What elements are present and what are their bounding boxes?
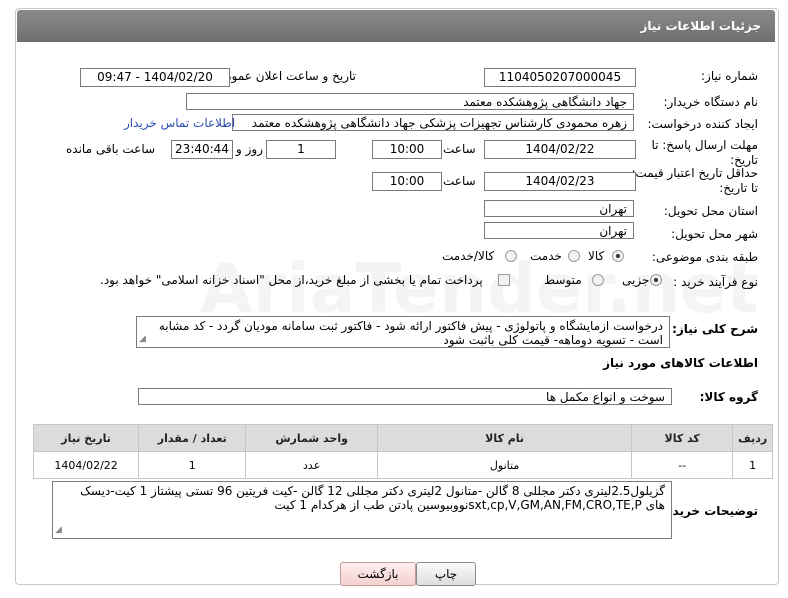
announce-field: 1404/02/20 - 09:47: [80, 68, 230, 87]
city-field: تهران: [484, 222, 634, 239]
buyer-org-label: نام دستگاه خریدار:: [663, 95, 759, 109]
back-button[interactable]: بازگشت: [340, 562, 416, 586]
price-time-label: ساعت: [443, 174, 476, 188]
need-number-label: شماره نیاز:: [701, 69, 758, 83]
cell-row: 1: [732, 451, 773, 479]
col-name: نام کالا: [376, 424, 633, 452]
goods-group-field: سوخت و انواع مکمل ها: [138, 388, 672, 405]
print-button[interactable]: چاپ: [416, 562, 476, 586]
days-field: 1: [266, 140, 336, 159]
announce-label: تاریخ و ساعت اعلان عمومی:: [211, 69, 356, 83]
category-radio-goods[interactable]: [612, 250, 624, 262]
reply-deadline-label-2: تاریخ:: [730, 153, 758, 167]
reply-time-label: ساعت: [443, 142, 476, 156]
category-radio-service[interactable]: [568, 250, 580, 262]
items-table: ردیف کد کالا نام کالا واحد شمارش تعداد /…: [32, 424, 773, 479]
category-radio-goods-service[interactable]: [505, 250, 517, 262]
table-header-row: ردیف کد کالا نام کالا واحد شمارش تعداد /…: [32, 424, 773, 452]
reply-deadline-label: مهلت ارسال پاسخ: تا: [651, 138, 758, 152]
col-row: ردیف: [732, 424, 773, 452]
panel-header: جزئیات اطلاعات نیاز: [17, 10, 775, 42]
buyer-notes-textarea: گزیلول2.5لیتری دکتر مجللی 8 گالن -متانول…: [52, 481, 672, 539]
table-row: 1 -- متانول عدد 1 1404/02/22: [32, 451, 773, 479]
category-option-service: خدمت: [530, 249, 562, 263]
description-text: درخواست ازمایشگاه و پاتولوژی - پیش فاکتو…: [158, 319, 663, 347]
days-label: روز و: [236, 142, 263, 156]
goods-info-title: اطلاعات کالاهای مورد نیاز: [603, 356, 758, 370]
col-unit: واحد شمارش: [245, 424, 378, 452]
category-option-goods-service: کالا/خدمت: [442, 249, 495, 263]
resize-grip-icon: ◢: [139, 334, 146, 344]
description-label: شرح کلی نیاز:: [672, 322, 758, 336]
buyer-contact-link[interactable]: اطلاعات تماس خریدار: [124, 116, 235, 130]
process-option-minor: جزیی: [622, 273, 650, 287]
category-option-goods: کالا: [588, 249, 605, 263]
need-number-field: 1104050207000045: [484, 68, 636, 87]
cell-unit: عدد: [245, 451, 378, 479]
col-date: تاریخ نیاز: [32, 424, 140, 452]
price-validity-label: حداقل تاریخ اعتبار قیمت:: [631, 166, 758, 180]
reply-time-field: 10:00: [372, 140, 442, 159]
resize-grip-icon-2: ◢: [55, 525, 62, 535]
requester-field: زهره محمودی کارشناس تجهیزات پزشکی جهاد د…: [232, 114, 634, 131]
process-radio-minor[interactable]: [650, 274, 662, 286]
process-option-medium: متوسط: [544, 273, 582, 287]
requester-label: ایجاد کننده درخواست:: [647, 117, 758, 131]
buyer-notes-text: گزیلول2.5لیتری دکتر مجللی 8 گالن -متانول…: [80, 484, 665, 512]
process-label: نوع فرآیند خرید :: [673, 275, 758, 289]
remaining-label: ساعت باقی مانده: [66, 142, 156, 156]
cell-qty: 1: [138, 451, 247, 479]
col-qty: تعداد / مقدار: [138, 424, 247, 452]
cell-code: --: [631, 451, 734, 479]
buyer-org-field: جهاد دانشگاهی پژوهشکده معتمد: [186, 93, 634, 110]
treasury-payment-checkbox[interactable]: [498, 274, 510, 286]
panel-title: جزئیات اطلاعات نیاز: [640, 19, 761, 33]
city-label: شهر محل تحویل:: [671, 227, 758, 241]
cell-date: 1404/02/22: [32, 451, 140, 479]
reply-date-field: 1404/02/22: [484, 140, 636, 159]
province-label: استان محل تحویل:: [663, 204, 758, 218]
goods-group-label: گروه کالا:: [699, 390, 758, 404]
category-label: طبقه بندی موضوعی:: [651, 250, 758, 264]
price-time-field: 10:00: [372, 172, 442, 191]
treasury-payment-note: پرداخت تمام یا بخشی از مبلغ خرید،از محل …: [100, 273, 483, 287]
province-field: تهران: [484, 200, 634, 217]
cell-name: متانول: [376, 451, 633, 479]
description-textarea: درخواست ازمایشگاه و پاتولوژی - پیش فاکتو…: [136, 316, 670, 348]
col-code: کد کالا: [631, 424, 734, 452]
remaining-time-field: 23:40:44: [171, 140, 233, 159]
price-date-field: 1404/02/23: [484, 172, 636, 191]
process-radio-medium[interactable]: [592, 274, 604, 286]
price-validity-label-2: تا تاریخ:: [719, 181, 758, 195]
